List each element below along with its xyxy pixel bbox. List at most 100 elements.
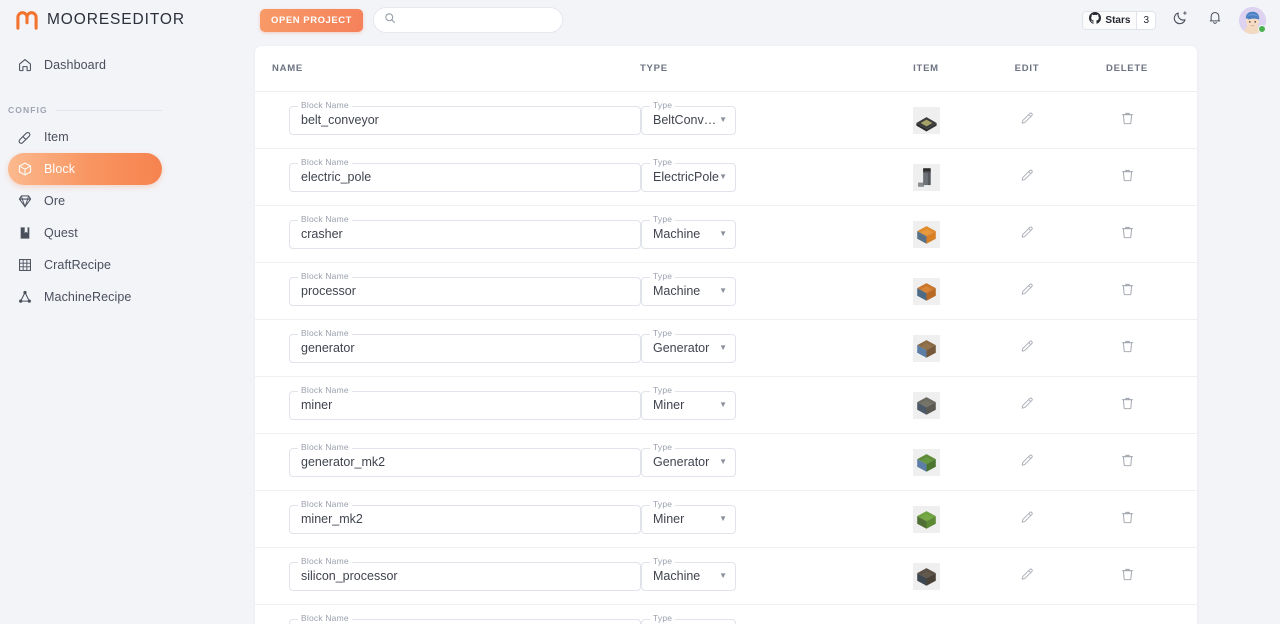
block-name-field[interactable]: Block Name belt_conveyor bbox=[289, 106, 641, 135]
bell-icon bbox=[1207, 9, 1223, 31]
sidebar-item-block[interactable]: Block bbox=[8, 153, 162, 185]
sidebar-item-item[interactable]: Item bbox=[8, 121, 162, 153]
trash-icon bbox=[1120, 224, 1135, 245]
sidebar-item-label: Dashboard bbox=[44, 58, 106, 72]
github-stars-badge[interactable]: Stars 3 bbox=[1082, 11, 1156, 30]
block-name-field[interactable]: Block Name miner_mk2 bbox=[289, 505, 641, 534]
delete-button[interactable] bbox=[1120, 509, 1135, 530]
block-thumb-belt-conveyor bbox=[913, 107, 940, 134]
cell-edit bbox=[982, 167, 1072, 187]
block-name-field[interactable]: Block Name silicon_processor bbox=[289, 562, 641, 591]
cell-name: Block Name crasher bbox=[255, 220, 640, 249]
moores-logo-icon bbox=[16, 10, 38, 30]
dark-mode-toggle[interactable] bbox=[1169, 9, 1191, 31]
block-type-select[interactable]: Type Generator ▼ bbox=[641, 334, 736, 363]
delete-button[interactable] bbox=[1120, 566, 1135, 587]
cell-type: Type Generator ▼ bbox=[640, 334, 870, 363]
block-name-label: Block Name bbox=[298, 557, 352, 566]
gem-icon bbox=[17, 193, 33, 209]
cell-delete bbox=[1072, 224, 1182, 245]
block-name-field[interactable]: Block Name electric_pole bbox=[289, 163, 641, 192]
block-name-field[interactable]: Block Name bbox=[289, 619, 641, 624]
block-type-select[interactable]: Type ElectricPole ▼ bbox=[641, 163, 736, 192]
edit-button[interactable] bbox=[1020, 566, 1035, 586]
cell-edit bbox=[982, 281, 1072, 301]
block-type-select[interactable]: Type BeltConveyor ▼ bbox=[641, 106, 736, 135]
block-type-select[interactable]: Type Machine ▼ bbox=[641, 562, 736, 591]
cell-item bbox=[870, 563, 982, 590]
cell-item bbox=[870, 392, 982, 419]
sidebar-item-machinerecipe[interactable]: MachineRecipe bbox=[8, 281, 162, 313]
pencil-icon bbox=[1020, 509, 1035, 529]
sidebar-item-craftrecipe[interactable]: CraftRecipe bbox=[8, 249, 162, 281]
delete-button[interactable] bbox=[1120, 224, 1135, 245]
sidebar-item-label: Ore bbox=[44, 194, 65, 208]
delete-button[interactable] bbox=[1120, 281, 1135, 302]
block-name-label: Block Name bbox=[298, 614, 352, 623]
block-name-field[interactable]: Block Name crasher bbox=[289, 220, 641, 249]
pencil-icon bbox=[1020, 167, 1035, 187]
search-input[interactable] bbox=[403, 14, 552, 26]
cell-edit bbox=[982, 224, 1072, 244]
sidebar-item-dashboard[interactable]: Dashboard bbox=[8, 49, 162, 81]
block-type-value: Miner bbox=[642, 512, 719, 526]
block-type-select[interactable]: Type Generator ▼ bbox=[641, 448, 736, 477]
edit-button[interactable] bbox=[1020, 281, 1035, 301]
block-name-label: Block Name bbox=[298, 272, 352, 281]
block-name-value: generator_mk2 bbox=[290, 455, 385, 469]
block-name-field[interactable]: Block Name generator_mk2 bbox=[289, 448, 641, 477]
block-type-select[interactable]: Type Miner ▼ bbox=[641, 505, 736, 534]
cell-delete bbox=[1072, 338, 1182, 359]
sidebar-item-ore[interactable]: Ore bbox=[8, 185, 162, 217]
edit-button[interactable] bbox=[1020, 509, 1035, 529]
chevron-down-icon: ▼ bbox=[719, 458, 727, 466]
trash-icon bbox=[1120, 110, 1135, 131]
delete-button[interactable] bbox=[1120, 110, 1135, 131]
block-name-value: generator bbox=[290, 341, 355, 355]
delete-button[interactable] bbox=[1120, 395, 1135, 416]
cube-icon bbox=[17, 161, 33, 177]
edit-button[interactable] bbox=[1020, 395, 1035, 415]
sidebar-item-quest[interactable]: Quest bbox=[8, 217, 162, 249]
trash-icon bbox=[1120, 395, 1135, 416]
block-name-field[interactable]: Block Name processor bbox=[289, 277, 641, 306]
topbar-right-actions: Stars 3 bbox=[1082, 7, 1280, 34]
delete-button[interactable] bbox=[1120, 452, 1135, 473]
table-row: Block Name belt_conveyor Type BeltConvey… bbox=[255, 92, 1197, 149]
edit-button[interactable] bbox=[1020, 110, 1035, 130]
item-icon bbox=[17, 129, 33, 145]
edit-button[interactable] bbox=[1020, 338, 1035, 358]
delete-button[interactable] bbox=[1120, 167, 1135, 188]
block-type-select[interactable]: Type Machine ▼ bbox=[641, 220, 736, 249]
block-name-field[interactable]: Block Name miner bbox=[289, 391, 641, 420]
block-name-field[interactable]: Block Name generator bbox=[289, 334, 641, 363]
cell-delete bbox=[1072, 566, 1182, 587]
block-thumb-silicon-processor bbox=[913, 563, 940, 590]
sidebar-section-divider bbox=[56, 110, 162, 111]
block-type-value: ElectricPole bbox=[642, 170, 719, 184]
block-type-select[interactable]: Type bbox=[641, 619, 736, 624]
cell-item bbox=[870, 221, 982, 248]
cell-name: Block Name processor bbox=[255, 277, 640, 306]
block-type-select[interactable]: Type Machine ▼ bbox=[641, 277, 736, 306]
table-body: Block Name belt_conveyor Type BeltConvey… bbox=[255, 92, 1197, 624]
cell-item bbox=[870, 449, 982, 476]
avatar[interactable] bbox=[1239, 7, 1266, 34]
search-box[interactable] bbox=[373, 7, 563, 33]
cell-type: Type Miner ▼ bbox=[640, 391, 870, 420]
table-row: Block Name electric_pole Type ElectricPo… bbox=[255, 149, 1197, 206]
edit-button[interactable] bbox=[1020, 167, 1035, 187]
open-project-button[interactable]: OPEN PROJECT bbox=[260, 9, 363, 32]
table-row: Block Name crasher Type Machine ▼ bbox=[255, 206, 1197, 263]
pencil-icon bbox=[1020, 395, 1035, 415]
delete-button[interactable] bbox=[1120, 338, 1135, 359]
sidebar-item-label: CraftRecipe bbox=[44, 258, 111, 272]
edit-button[interactable] bbox=[1020, 452, 1035, 472]
chevron-down-icon: ▼ bbox=[719, 173, 727, 181]
block-name-label: Block Name bbox=[298, 101, 352, 110]
edit-button[interactable] bbox=[1020, 224, 1035, 244]
block-type-value: Generator bbox=[642, 455, 719, 469]
block-type-select[interactable]: Type Miner ▼ bbox=[641, 391, 736, 420]
notifications-button[interactable] bbox=[1204, 9, 1226, 31]
block-type-label: Type bbox=[650, 272, 675, 281]
